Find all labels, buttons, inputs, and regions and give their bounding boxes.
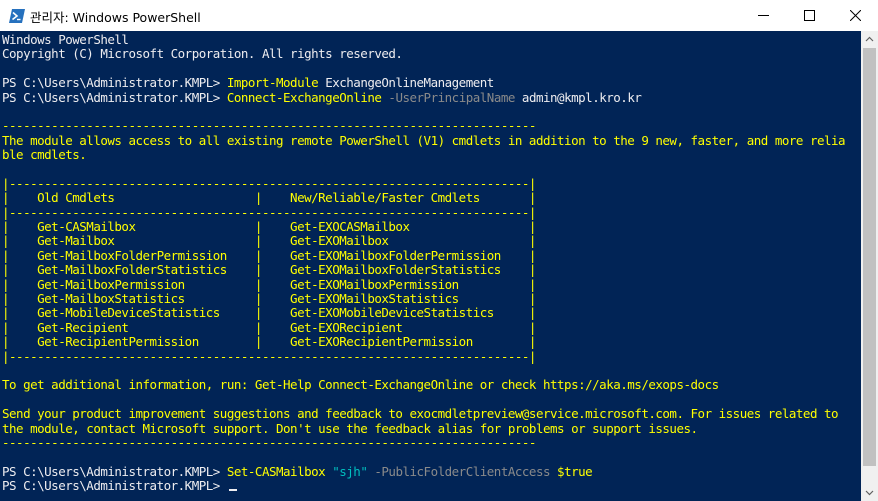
powershell-icon[interactable]: [9, 8, 25, 23]
maximize-icon: [804, 10, 815, 21]
scroll-up-button[interactable]: [861, 31, 878, 48]
console-line: | Get-MobileDeviceStatistics | Get-EXOMo…: [2, 306, 845, 320]
console-line: Windows PowerShell: [2, 32, 845, 47]
console-line: | Get-MailboxPermission | Get-EXOMailbox…: [2, 276, 845, 292]
console-lines: Windows PowerShell Copyright (C) Microsof…: [2, 32, 846, 494]
chevron-down-icon: [865, 490, 874, 496]
console-text: | Get-MailboxPermission | Get-EXOMailbox…: [2, 276, 536, 292]
console-text: | Get-Mailbox | Get-EXOMailbox |: [2, 233, 536, 249]
console-line: Send your product improvement suggestion…: [2, 406, 845, 422]
console-line: |---------------------------------------…: [2, 175, 845, 191]
console-text: PS C:\Users\Administrator.KMPL>: [2, 75, 227, 91]
console-text: -UserPrincipalName: [381, 89, 515, 105]
console-line: PS C:\Users\Administrator.KMPL> Set-CASM…: [2, 463, 845, 479]
console-text: The module allows access to all existing…: [2, 132, 846, 148]
console-text: PS C:\Users\Administrator.KMPL>: [2, 478, 227, 494]
console-line: To get additional information, run: Get-…: [2, 378, 845, 392]
console-line: ----------------------------------------…: [2, 434, 845, 450]
console-text: Copyright (C) Microsoft Corporation. All…: [2, 46, 403, 62]
console-line: | Get-RecipientPermission | Get-EXORecip…: [2, 335, 845, 349]
console-text: Connect-ExchangeOnline: [226, 89, 382, 105]
console-text: | Get-CASMailbox | Get-EXOCASMailbox |: [2, 219, 536, 235]
window-title: 관리자: Windows PowerShell: [30, 10, 201, 25]
close-icon: [850, 10, 861, 21]
console-text: |---------------------------------------…: [2, 348, 536, 364]
powershell-window: 관리자: Windows PowerShell Windows PowerShe…: [0, 0, 878, 501]
console-text: | Get-MailboxFolderPermission | Get-EXOM…: [2, 247, 536, 263]
console-line: | Get-MailboxStatistics | Get-EXOMailbox…: [2, 291, 845, 307]
console-line: ----------------------------------------…: [2, 119, 845, 133]
chevron-up-icon: [865, 36, 874, 42]
console-text: | Get-MobileDeviceStatistics | Get-EXOMo…: [2, 305, 536, 321]
console-line: | Get-Recipient | Get-EXORecipient |: [2, 319, 845, 335]
console-text: | Get-MailboxFolderStatistics | Get-EXOM…: [2, 262, 536, 278]
console-text: Import-Module: [226, 75, 319, 91]
console-line: PS C:\Users\Administrator.KMPL> Import-M…: [2, 75, 845, 91]
scrollbar-thumb[interactable]: [863, 48, 876, 466]
console-text: Send your product improvement suggestion…: [2, 406, 839, 422]
console-line: | Get-CASMailbox | Get-EXOCASMailbox |: [2, 219, 845, 235]
console-text: admin@kmpl.kro.kr: [514, 89, 642, 105]
console-line: | Old Cmdlets | New/Reliable/Faster Cmdl…: [2, 191, 845, 205]
console-text: -PublicFolderClientAccess: [367, 463, 551, 479]
console-text: ----------------------------------------…: [2, 434, 536, 450]
console-line: |---------------------------------------…: [2, 348, 845, 364]
console-line: Copyright (C) Microsoft Corporation. All…: [2, 47, 845, 61]
console-line: | Get-MailboxFolderPermission | Get-EXOM…: [2, 247, 845, 263]
console-line: the module, contact Microsoft support. D…: [2, 420, 845, 436]
console-text: |---------------------------------------…: [2, 175, 536, 191]
title-bar[interactable]: 관리자: Windows PowerShell: [0, 0, 878, 31]
console-text: ----------------------------------------…: [2, 118, 536, 134]
console-line: | Get-Mailbox | Get-EXOMailbox |: [2, 234, 845, 248]
console-line: PS C:\Users\Administrator.KMPL>: [2, 478, 845, 494]
console-text: $true: [550, 463, 593, 479]
console-text: | Get-MailboxStatistics | Get-EXOMailbox…: [2, 291, 536, 307]
console-text: | Old Cmdlets | New/Reliable/Faster Cmdl…: [2, 190, 536, 206]
console-text: PS C:\Users\Administrator.KMPL>: [2, 463, 227, 479]
minimize-icon: [758, 15, 769, 16]
console-text: |---------------------------------------…: [2, 204, 536, 220]
console-line: The module allows access to all existing…: [2, 132, 846, 148]
vertical-scrollbar[interactable]: [861, 31, 878, 501]
console-output[interactable]: Windows PowerShell Copyright (C) Microsof…: [0, 31, 861, 501]
maximize-button[interactable]: [786, 0, 832, 31]
console-text: | Get-RecipientPermission | Get-EXORecip…: [2, 334, 536, 350]
console-text: ble cmdlets.: [2, 147, 87, 163]
console-text: Windows PowerShell: [2, 32, 129, 47]
console-line: ble cmdlets.: [2, 147, 845, 163]
close-button[interactable]: [832, 0, 878, 31]
console-text: ExchangeOnlineManagement: [318, 75, 494, 91]
console-text: | Get-Recipient | Get-EXORecipient |: [2, 319, 536, 335]
console-line: |---------------------------------------…: [2, 204, 845, 220]
text-cursor: [228, 489, 237, 492]
scroll-down-button[interactable]: [861, 484, 878, 501]
minimize-button[interactable]: [740, 0, 786, 31]
console-text: "sjh": [325, 463, 368, 479]
console-line: PS C:\Users\Administrator.KMPL> Connect-…: [2, 89, 845, 105]
console-text: Set-CASMailbox: [226, 463, 326, 479]
console-line: | Get-MailboxFolderStatistics | Get-EXOM…: [2, 263, 845, 277]
console-text: the module, contact Microsoft support. D…: [2, 420, 698, 436]
console-text: PS C:\Users\Administrator.KMPL>: [2, 89, 227, 105]
console-text: To get additional information, run: Get-…: [2, 377, 719, 393]
